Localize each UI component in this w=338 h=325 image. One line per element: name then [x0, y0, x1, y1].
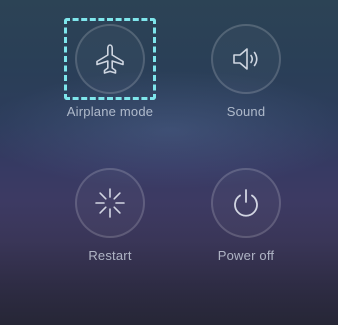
power-icon: [229, 186, 263, 220]
speaker-icon: [229, 42, 263, 76]
restart-button[interactable]: [75, 168, 145, 238]
power-off-label: Power off: [217, 248, 275, 263]
airplane-mode-label: Airplane mode: [66, 104, 154, 119]
power-menu-screen: Airplane mode Sound Restart Power off: [0, 0, 338, 325]
restart-label: Restart: [88, 248, 132, 263]
airplane-mode-button[interactable]: [75, 24, 145, 94]
sound-button[interactable]: [211, 24, 281, 94]
airplane-icon: [93, 42, 127, 76]
sound-label: Sound: [226, 104, 266, 119]
sound-option[interactable]: Sound: [186, 24, 306, 134]
power-off-button[interactable]: [211, 168, 281, 238]
power-off-option[interactable]: Power off: [186, 168, 306, 278]
restart-icon: [93, 186, 127, 220]
restart-option[interactable]: Restart: [50, 168, 170, 278]
airplane-mode-option[interactable]: Airplane mode: [50, 24, 170, 134]
